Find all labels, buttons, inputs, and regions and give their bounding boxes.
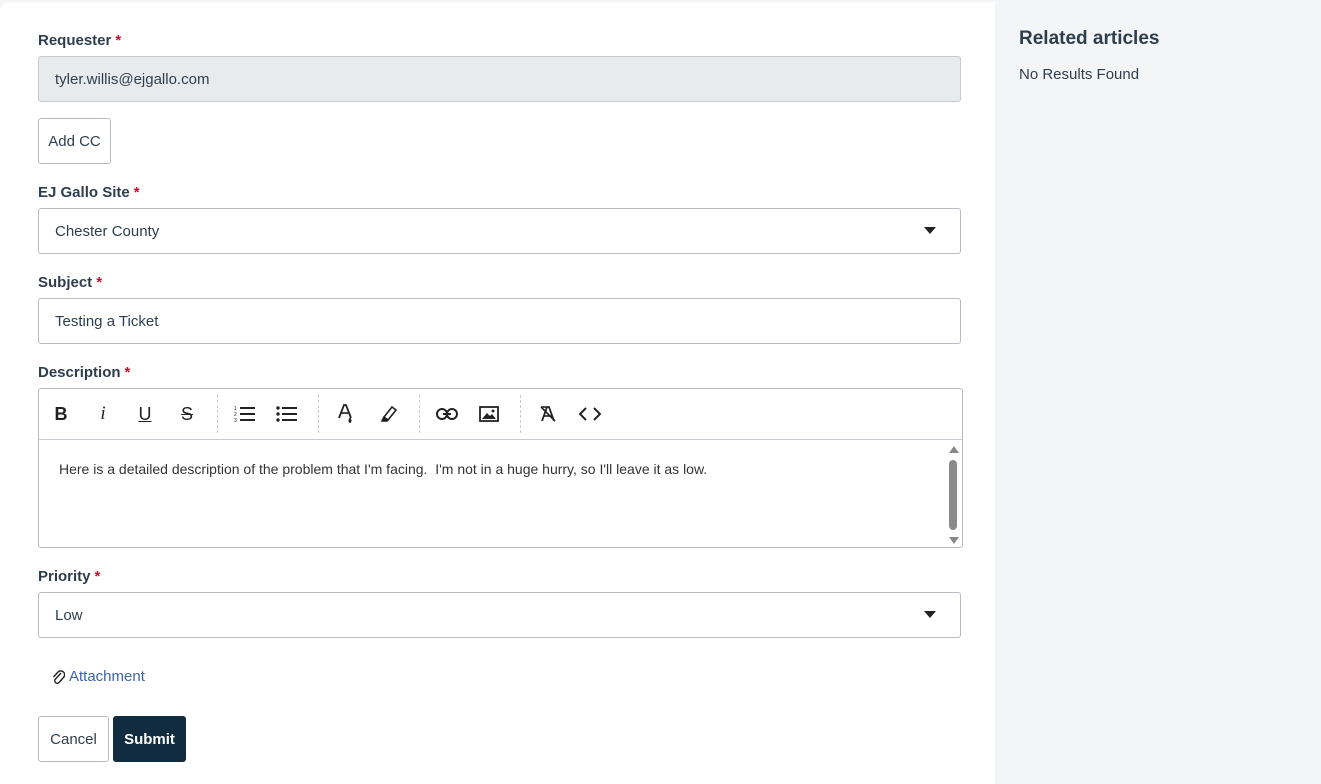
bold-button[interactable]: B — [49, 402, 73, 426]
chevron-down-icon — [924, 611, 936, 618]
site-select-value: Chester County — [55, 222, 160, 240]
requester-value: tyler.willis@ejgallo.com — [55, 70, 210, 88]
bulleted-list-icon[interactable] — [275, 402, 299, 426]
scroll-down-icon[interactable] — [949, 537, 959, 544]
editor-toolbar: B i U S 123 — [39, 389, 962, 440]
required-marker: * — [124, 364, 131, 381]
cancel-button[interactable]: Cancel — [38, 716, 109, 762]
chevron-down-icon — [924, 227, 936, 234]
description-text: Here is a detailed description of the pr… — [59, 461, 708, 477]
toolbar-divider — [318, 395, 319, 433]
clear-formatting-icon[interactable] — [536, 402, 560, 426]
highlight-icon[interactable] — [377, 402, 401, 426]
text-color-icon[interactable] — [334, 402, 358, 426]
subject-label: Subject * — [38, 274, 102, 291]
required-marker: * — [115, 32, 122, 49]
site-label-text: EJ Gallo Site — [38, 184, 130, 201]
required-marker: * — [133, 184, 140, 201]
description-label: Description * — [38, 364, 130, 381]
site-label: EJ Gallo Site * — [38, 184, 140, 201]
attachment-label: Attachment — [69, 668, 145, 685]
subject-input-value: Testing a Ticket — [55, 312, 159, 330]
requester-field[interactable]: tyler.willis@ejgallo.com — [38, 56, 961, 102]
scroll-up-icon[interactable] — [949, 446, 959, 453]
submit-button[interactable]: Submit — [113, 716, 186, 762]
priority-label-text: Priority — [38, 568, 91, 585]
priority-label: Priority * — [38, 568, 100, 585]
toolbar-divider — [520, 395, 521, 433]
subject-input[interactable]: Testing a Ticket — [38, 298, 961, 344]
svg-text:3: 3 — [234, 418, 237, 423]
description-label-text: Description — [38, 364, 121, 381]
image-icon[interactable] — [477, 402, 501, 426]
priority-select[interactable]: Low — [38, 592, 961, 638]
description-textarea[interactable]: Here is a detailed description of the pr… — [39, 440, 962, 547]
subject-label-text: Subject — [38, 274, 93, 291]
scrollbar-thumb[interactable] — [949, 460, 957, 530]
related-articles-empty: No Results Found — [1019, 66, 1140, 83]
link-icon[interactable] — [435, 402, 459, 426]
numbered-list-icon[interactable]: 123 — [233, 402, 257, 426]
related-articles-title: Related articles — [1019, 28, 1160, 49]
editor-scrollbar[interactable] — [946, 442, 960, 545]
site-select[interactable]: Chester County — [38, 208, 961, 254]
toolbar-divider — [217, 395, 218, 433]
description-editor: B i U S 123 Here is a detailed descripti… — [38, 388, 963, 548]
related-articles-panel: Related articles No Results Found — [995, 2, 1321, 784]
strikethrough-button[interactable]: S — [175, 402, 199, 426]
toolbar-divider — [419, 395, 420, 433]
ticket-form: Requester * tyler.willis@ejgallo.com Add … — [0, 2, 995, 784]
add-cc-button[interactable]: Add CC — [38, 118, 111, 164]
requester-label: Requester * — [38, 32, 121, 49]
required-marker: * — [94, 568, 101, 585]
italic-button[interactable]: i — [91, 402, 115, 426]
paperclip-icon — [52, 669, 65, 685]
requester-label-text: Requester — [38, 32, 112, 49]
priority-select-value: Low — [55, 606, 83, 624]
underline-button[interactable]: U — [133, 402, 157, 426]
attachment-link[interactable]: Attachment — [52, 668, 145, 685]
code-view-icon[interactable] — [578, 402, 602, 426]
required-marker: * — [96, 274, 103, 291]
